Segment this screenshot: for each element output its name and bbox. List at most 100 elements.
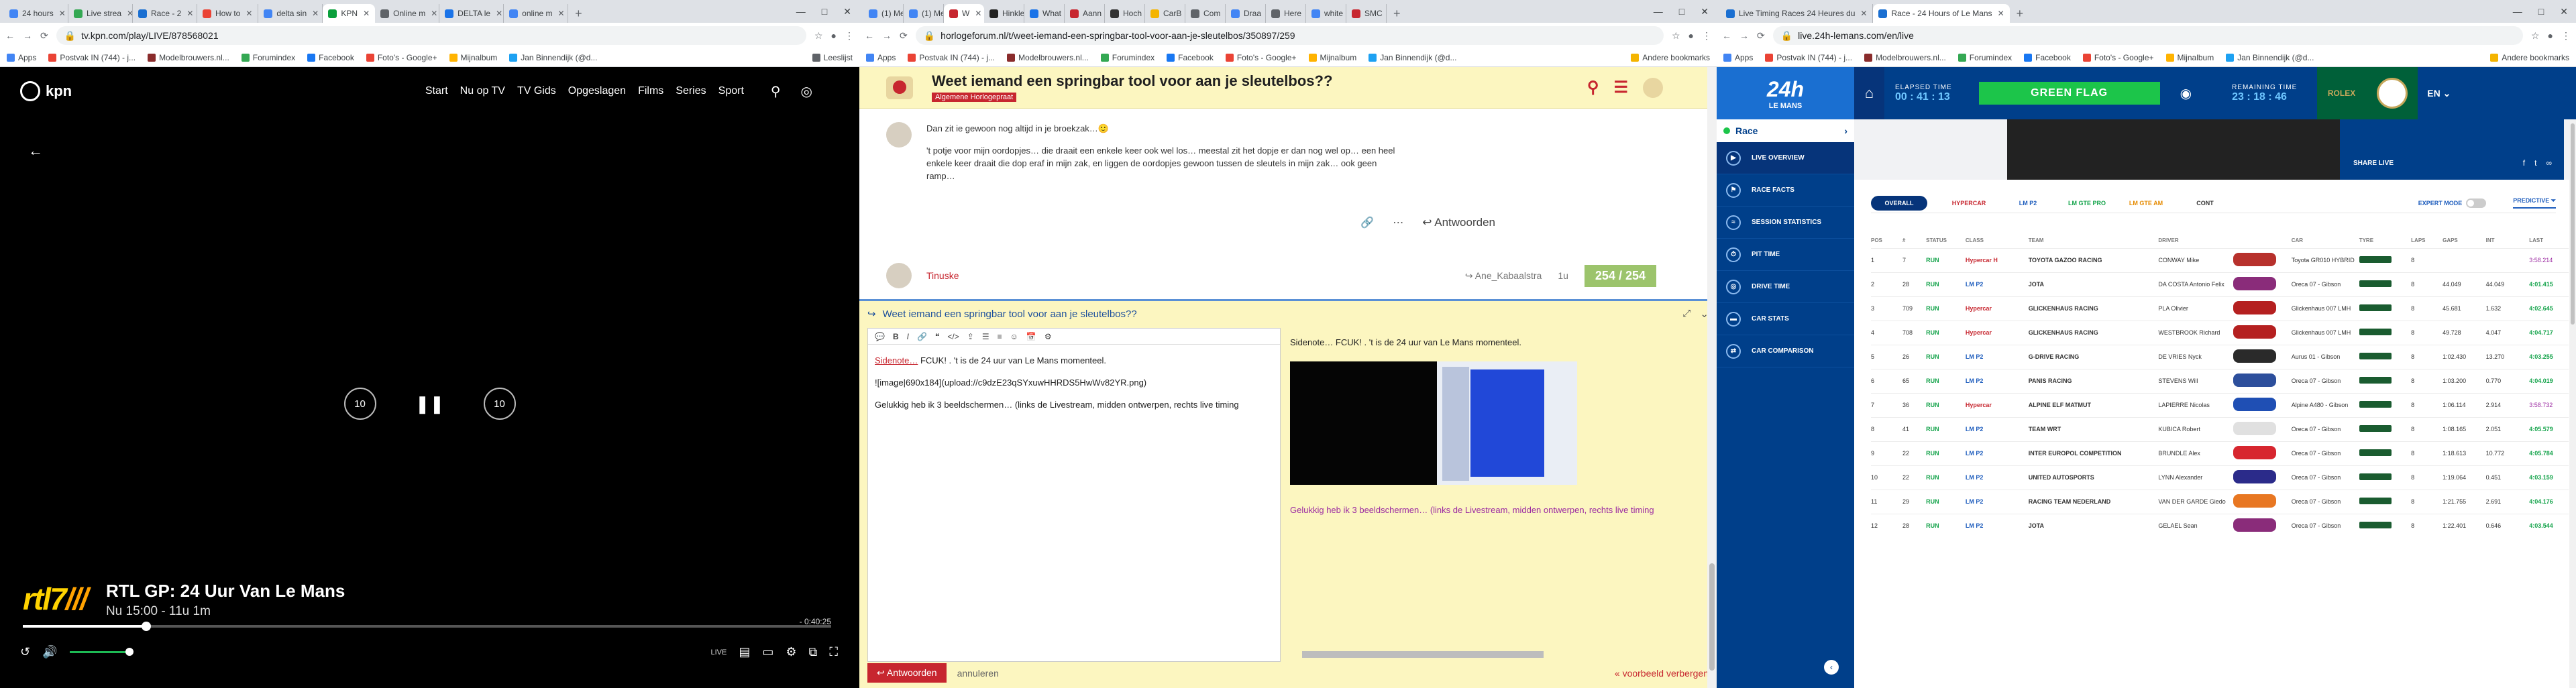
volume-slider[interactable] [69,648,133,656]
close-tab-icon[interactable]: ✕ [975,9,981,18]
subtitles-icon[interactable]: ▭ [762,645,773,659]
browser-tab[interactable]: Live Timing Races 24 Heures du ✕ [1721,4,1874,23]
expert-mode-toggle[interactable]: EXPERT MODE [2418,198,2487,208]
post-counter[interactable]: 254 / 254 [1584,264,1656,287]
close-tab-icon[interactable]: ✕ [1860,9,1867,18]
bookmark[interactable]: Apps [866,53,896,62]
pause-button[interactable]: ❚❚ [414,388,446,420]
search-icon[interactable]: ⚲ [771,83,781,100]
address-bar[interactable]: 🔒 horlogeforum.nl/t/weet-iemand-een-spri… [915,26,1664,45]
back-arrow-icon[interactable]: ← [28,142,43,160]
bookmark[interactable]: Postvak IN (744) - j... [908,53,995,62]
browser-tab[interactable]: SMC✕ [1346,4,1387,23]
browser-tab[interactable]: CarB✕ [1145,4,1185,23]
column-header[interactable]: GAPS [2443,233,2486,248]
upload-icon[interactable]: ⇪ [967,332,974,341]
close-window-icon[interactable]: ✕ [1701,6,1709,17]
kpn-nav-item[interactable]: Sport [718,85,744,97]
column-header[interactable]: CAR [2292,233,2359,248]
car-image[interactable] [2233,301,2276,314]
page-scrollbar[interactable] [1707,67,1717,688]
kpn-nav-item[interactable]: Nu op TV [460,85,505,97]
browser-tab[interactable]: white✕ [1306,4,1346,23]
sidebar-item-live-overview[interactable]: ▶ LIVE OVERVIEW [1717,142,1854,174]
bookmark[interactable]: Forumindex [1100,53,1155,62]
bookmark[interactable]: Facebook [1167,53,1214,62]
cancel-button[interactable]: annuleren [957,668,999,679]
twitter-icon[interactable]: t [2534,158,2536,168]
browser-tab[interactable]: How to ✕ [197,4,259,23]
reload-icon[interactable]: ⟳ [1757,30,1765,42]
browser-tab[interactable]: Draa✕ [1226,4,1266,23]
language-selector[interactable]: EN ⌄ [2427,88,2451,99]
forward-icon[interactable]: → [882,30,892,41]
reload-icon[interactable]: ⟳ [900,30,908,42]
bookmark[interactable]: Modelbrouwers.nl... [1864,53,1946,62]
browser-tab[interactable]: Hoch✕ [1105,4,1145,23]
address-bar[interactable]: 🔒 live.24h-lemans.com/en/live [1772,26,2523,45]
session-selector[interactable]: Race › [1717,119,1854,142]
table-row[interactable]: 5 26 RUN LM P2 G-DRIVE RACING DE VRIES Nyck Au… [1871,344,2569,369]
column-header[interactable]: LAPS [2411,233,2443,248]
table-row[interactable]: 11 29 RUN LM P2 RACING TEAM NEDERLAND VAN DER… [1871,489,2569,514]
reply-to-indicator[interactable]: ↪ Ane_Kabaalstra [1465,270,1542,282]
close-window-icon[interactable]: ✕ [843,6,851,17]
table-row[interactable]: 7 36 RUN Hypercar ALPINE ELF MATMUT LAPIERRE … [1871,392,2569,417]
browser-tab[interactable]: (1) Me✕ [904,4,944,23]
kpn-logo[interactable]: kpn [20,81,72,101]
browser-tab[interactable]: Race - 2 ✕ [133,4,197,23]
emoji-icon[interactable]: ☺ [1010,332,1018,341]
predictive-toggle[interactable]: PREDICTIVE ⏷ [2513,197,2556,209]
bookmark[interactable]: Modelbrouwers.nl... [148,53,229,62]
close-tab-icon[interactable]: ✕ [186,9,193,18]
back-icon[interactable]: ← [865,30,874,41]
bookmark[interactable]: Jan Binnendijk (@d... [1368,53,1456,62]
bold-icon[interactable]: B [893,332,899,341]
table-row[interactable]: 4 708 RUN Hypercar GLICKENHAUS RACING WESTBRO… [1871,320,2569,345]
italic-icon[interactable]: I [907,332,909,341]
filter-tab[interactable]: OVERALL [1871,195,1927,211]
car-image[interactable] [2233,349,2276,363]
table-row[interactable]: 3 709 RUN Hypercar GLICKENHAUS RACING PLA Oli… [1871,296,2569,321]
preview-image[interactable] [1290,361,1577,485]
menu-icon[interactable]: ⋮ [1702,30,1711,42]
close-tab-icon[interactable]: ✕ [312,9,319,18]
date-icon[interactable]: 📅 [1026,332,1036,341]
preview-scrollbar[interactable] [1302,651,1544,658]
menu-icon[interactable]: ⋮ [2561,30,2571,42]
restart-icon[interactable]: ↺ [20,645,30,659]
car-image[interactable] [2233,470,2276,483]
other-bookmarks[interactable]: Andere bookmarks [2490,53,2569,62]
filter-tab[interactable]: CONT [2176,200,2235,207]
expand-icon[interactable]: ⤢ [1682,308,1690,320]
bookmark[interactable]: Facebook [2024,53,2071,62]
bookmark[interactable]: Mijnalbum [2165,53,2214,62]
bookmark[interactable]: Postvak IN (744) - j... [48,53,136,62]
maximize-icon[interactable]: □ [822,6,827,17]
browser-tab[interactable]: online m ✕ [504,4,569,23]
new-tab-button[interactable]: + [568,4,589,23]
car-image[interactable] [2233,253,2276,266]
column-header[interactable]: # [1902,233,1926,248]
progress-handle[interactable] [142,622,152,631]
close-tab-icon[interactable]: ✕ [431,9,437,18]
car-image[interactable] [2233,374,2276,387]
numbered-list-icon[interactable]: ≡ [998,332,1002,341]
new-tab-button[interactable]: + [1387,4,1407,23]
filter-tab[interactable]: HYPERCAR [1939,200,1998,207]
column-header[interactable]: LAST [2529,233,2569,248]
browser-tab[interactable]: KPN ✕ [323,4,376,23]
kpn-nav-item[interactable]: Opgeslagen [568,85,626,97]
live-video[interactable] [2007,119,2340,180]
lemans-logo[interactable]: 24h LE MANS [1717,67,1854,119]
browser-tab[interactable]: What✕ [1024,4,1065,23]
maximize-icon[interactable]: □ [2538,6,2544,17]
new-tab-button[interactable]: + [2010,4,2031,23]
browser-tab[interactable]: Race - 24 Hours of Le Mans ✕ [1873,4,2010,23]
user-avatar[interactable] [1643,77,1663,98]
quote-icon[interactable]: 💬 [875,332,885,341]
bookmark[interactable]: Mijnalbum [1308,53,1356,62]
star-icon[interactable]: ☆ [2531,30,2540,42]
bullet-list-icon[interactable]: ☰ [982,332,989,341]
column-header[interactable]: DRIVER [2158,233,2233,248]
